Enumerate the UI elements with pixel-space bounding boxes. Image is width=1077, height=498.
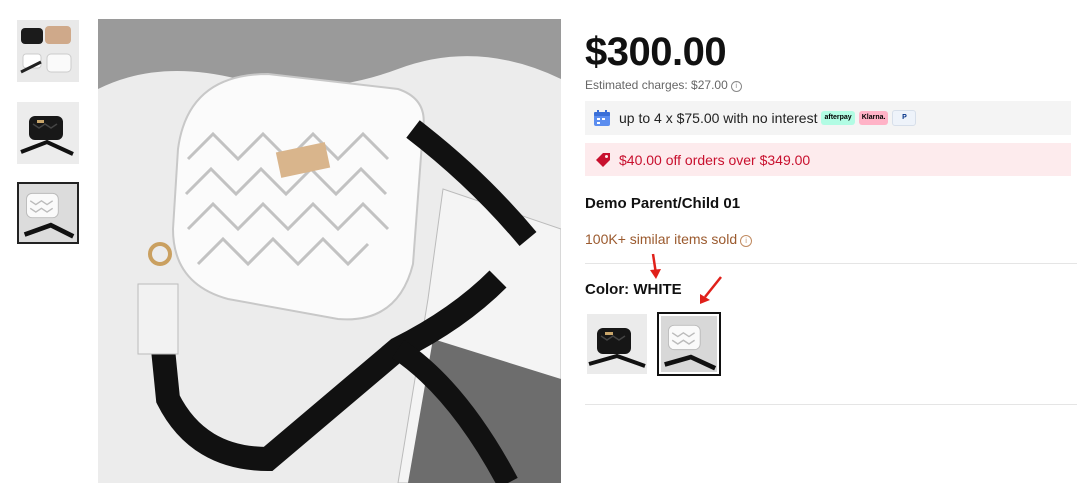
promo-text: $40.00 off orders over $349.00 [619, 151, 811, 168]
estimated-charges: Estimated charges: $27.00 i [585, 78, 742, 92]
promo-banner[interactable]: $40.00 off orders over $349.00 [585, 143, 1071, 176]
afterpay-logo: afterpay [821, 111, 855, 125]
color-swatch-black[interactable] [587, 314, 647, 374]
paypal-logo: P [892, 110, 917, 126]
installments-banner[interactable]: up to 4 x $75.00 with no interest afterp… [585, 101, 1071, 135]
bag-black-image [17, 102, 79, 164]
bag-white-image [19, 184, 77, 242]
info-icon[interactable]: i [730, 81, 742, 92]
product-title: Demo Parent/Child 01 [585, 195, 741, 212]
main-product-image[interactable] [98, 19, 561, 483]
estimated-charges-text: Estimated charges: $27.00 [585, 78, 728, 92]
thumbnail-black[interactable] [17, 102, 79, 164]
items-sold: 100K+ similar items sold i [585, 231, 753, 247]
color-label: Color: WHITE [585, 281, 682, 298]
color-swatch-white[interactable] [657, 312, 721, 376]
bag-multicolor-image [17, 20, 79, 82]
white-bag-image [98, 19, 561, 483]
product-price: $300.00 [585, 30, 727, 74]
thumbnail-multicolor[interactable] [17, 20, 79, 82]
bag-white-image [661, 316, 717, 372]
divider [585, 263, 1077, 264]
calendar-icon [594, 110, 610, 126]
klarna-logo: Klarna. [858, 111, 889, 125]
annotation-arrow-icon [650, 253, 661, 279]
bag-black-image [587, 314, 647, 374]
price-tag-icon [596, 152, 610, 167]
thumbnail-white[interactable] [17, 182, 79, 244]
annotation-arrow-icon [700, 276, 722, 304]
info-icon[interactable]: i [740, 235, 753, 247]
items-sold-text: 100K+ similar items sold [585, 231, 738, 247]
installments-text: up to 4 x $75.00 with no interest [619, 110, 818, 126]
divider [585, 404, 1077, 405]
